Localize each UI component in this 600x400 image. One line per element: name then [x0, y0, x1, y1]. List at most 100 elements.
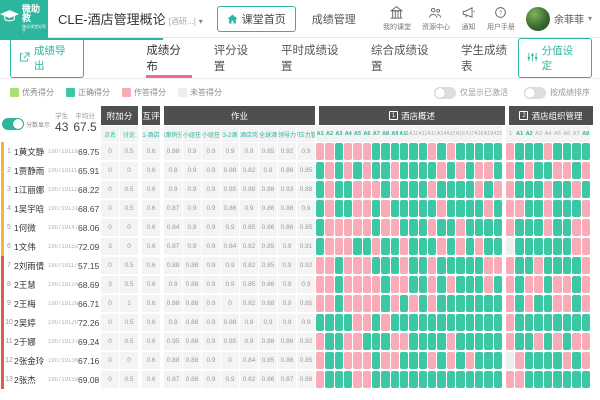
quiz-answer-cell[interactable]: [494, 352, 502, 369]
quiz-answer-cell[interactable]: [544, 352, 552, 369]
quiz-answer-cell[interactable]: [391, 181, 399, 198]
quiz-answer-cell[interactable]: [325, 219, 333, 236]
quiz-answer-cell[interactable]: [409, 143, 417, 160]
quiz-answer-cell[interactable]: [534, 295, 542, 312]
quiz-answer-cell[interactable]: [325, 257, 333, 274]
nav-item-resources[interactable]: 资源中心: [422, 6, 450, 32]
tab-3[interactable]: 平时成绩设置: [281, 38, 349, 78]
quiz-answer-cell[interactable]: [572, 143, 580, 160]
quiz-answer-cell[interactable]: [456, 162, 464, 179]
quiz-answer-cell[interactable]: [582, 276, 590, 293]
quiz-answer-cell[interactable]: [563, 181, 571, 198]
quiz-answer-cell[interactable]: [484, 162, 492, 179]
quiz-answer-cell[interactable]: [391, 352, 399, 369]
quiz-answer-cell[interactable]: [525, 181, 533, 198]
quiz-answer-cell[interactable]: [325, 371, 333, 388]
quiz-answer-cell[interactable]: [372, 295, 380, 312]
quiz-answer-cell[interactable]: [316, 162, 324, 179]
quiz-answer-cell[interactable]: [363, 143, 371, 160]
quiz-answer-cell[interactable]: [456, 143, 464, 160]
quiz-answer-cell[interactable]: [335, 143, 343, 160]
quiz-answer-cell[interactable]: [494, 162, 502, 179]
quiz-answer-cell[interactable]: [572, 238, 580, 255]
quiz-answer-cell[interactable]: [484, 371, 492, 388]
quiz-answer-cell[interactable]: [372, 181, 380, 198]
quiz-answer-cell[interactable]: [484, 143, 492, 160]
quiz-answer-cell[interactable]: [456, 314, 464, 331]
quiz-answer-cell[interactable]: [494, 143, 502, 160]
quiz-answer-cell[interactable]: [447, 333, 455, 350]
quiz-answer-cell[interactable]: [525, 200, 533, 217]
quiz-answer-cell[interactable]: [353, 352, 361, 369]
quiz-answer-cell[interactable]: [506, 276, 514, 293]
student-cell[interactable]: 122张金玲19071913867.16: [1, 351, 101, 370]
quiz-answer-cell[interactable]: [572, 200, 580, 217]
grades-management-menu[interactable]: 成绩管理: [312, 11, 356, 27]
quiz-answer-cell[interactable]: [506, 219, 514, 236]
quiz-answer-cell[interactable]: [437, 276, 445, 293]
quiz-answer-cell[interactable]: [534, 314, 542, 331]
quiz-answer-cell[interactable]: [515, 219, 523, 236]
quiz-answer-cell[interactable]: [409, 162, 417, 179]
quiz-answer-cell[interactable]: [400, 276, 408, 293]
quiz-answer-cell[interactable]: [381, 314, 389, 331]
quiz-answer-cell[interactable]: [582, 162, 590, 179]
quiz-answer-cell[interactable]: [391, 257, 399, 274]
quiz-answer-cell[interactable]: [534, 352, 542, 369]
nav-item-help[interactable]: ?用户手册: [487, 6, 515, 32]
quiz-answer-cell[interactable]: [428, 257, 436, 274]
quiz-answer-cell[interactable]: [456, 352, 464, 369]
quiz-answer-cell[interactable]: [409, 295, 417, 312]
student-cell[interactable]: 41吴宇晗19071913168.67: [1, 199, 101, 218]
quiz-answer-cell[interactable]: [582, 219, 590, 236]
quiz-answer-cell[interactable]: [344, 295, 352, 312]
quiz-answer-cell[interactable]: [409, 238, 417, 255]
quiz-answer-cell[interactable]: [484, 257, 492, 274]
quiz-answer-cell[interactable]: [506, 314, 514, 331]
quiz-answer-cell[interactable]: [506, 143, 514, 160]
quiz-answer-cell[interactable]: [582, 295, 590, 312]
quiz-answer-cell[interactable]: [456, 238, 464, 255]
quiz-answer-cell[interactable]: [344, 181, 352, 198]
quiz-answer-cell[interactable]: [325, 333, 333, 350]
quiz-answer-cell[interactable]: [363, 200, 371, 217]
quiz-answer-cell[interactable]: [409, 352, 417, 369]
quiz-answer-cell[interactable]: [437, 200, 445, 217]
quiz-answer-cell[interactable]: [525, 295, 533, 312]
quiz-answer-cell[interactable]: [353, 162, 361, 179]
quiz-answer-cell[interactable]: [534, 200, 542, 217]
quiz-answer-cell[interactable]: [428, 295, 436, 312]
quiz-answer-cell[interactable]: [515, 257, 523, 274]
quiz-answer-cell[interactable]: [335, 238, 343, 255]
quiz-answer-cell[interactable]: [344, 276, 352, 293]
quiz-answer-cell[interactable]: [515, 143, 523, 160]
quiz-answer-cell[interactable]: [494, 371, 502, 388]
quiz-answer-cell[interactable]: [466, 371, 474, 388]
quiz-answer-cell[interactable]: [544, 162, 552, 179]
quiz-answer-cell[interactable]: [563, 276, 571, 293]
quiz-answer-cell[interactable]: [544, 257, 552, 274]
quiz-answer-cell[interactable]: [572, 276, 580, 293]
quiz-answer-cell[interactable]: [572, 333, 580, 350]
quiz-answer-cell[interactable]: [475, 295, 483, 312]
quiz-answer-cell[interactable]: [475, 352, 483, 369]
quiz-answer-cell[interactable]: [582, 352, 590, 369]
quiz-answer-cell[interactable]: [494, 219, 502, 236]
quiz-answer-cell[interactable]: [353, 200, 361, 217]
quiz-answer-cell[interactable]: [506, 333, 514, 350]
quiz-answer-cell[interactable]: [572, 371, 580, 388]
quiz-answer-cell[interactable]: [534, 181, 542, 198]
quiz-answer-cell[interactable]: [582, 143, 590, 160]
quiz-answer-cell[interactable]: [466, 276, 474, 293]
quiz-answer-cell[interactable]: [544, 333, 552, 350]
quiz-answer-cell[interactable]: [363, 295, 371, 312]
quiz-answer-cell[interactable]: [372, 333, 380, 350]
quiz-answer-cell[interactable]: [353, 181, 361, 198]
student-cell[interactable]: 21贾静雨19071911165.91: [1, 161, 101, 180]
quiz-answer-cell[interactable]: [381, 333, 389, 350]
quiz-answer-cell[interactable]: [563, 333, 571, 350]
quiz-answer-cell[interactable]: [419, 371, 427, 388]
quiz-answer-cell[interactable]: [494, 276, 502, 293]
quiz-answer-cell[interactable]: [325, 181, 333, 198]
quiz-answer-cell[interactable]: [363, 162, 371, 179]
